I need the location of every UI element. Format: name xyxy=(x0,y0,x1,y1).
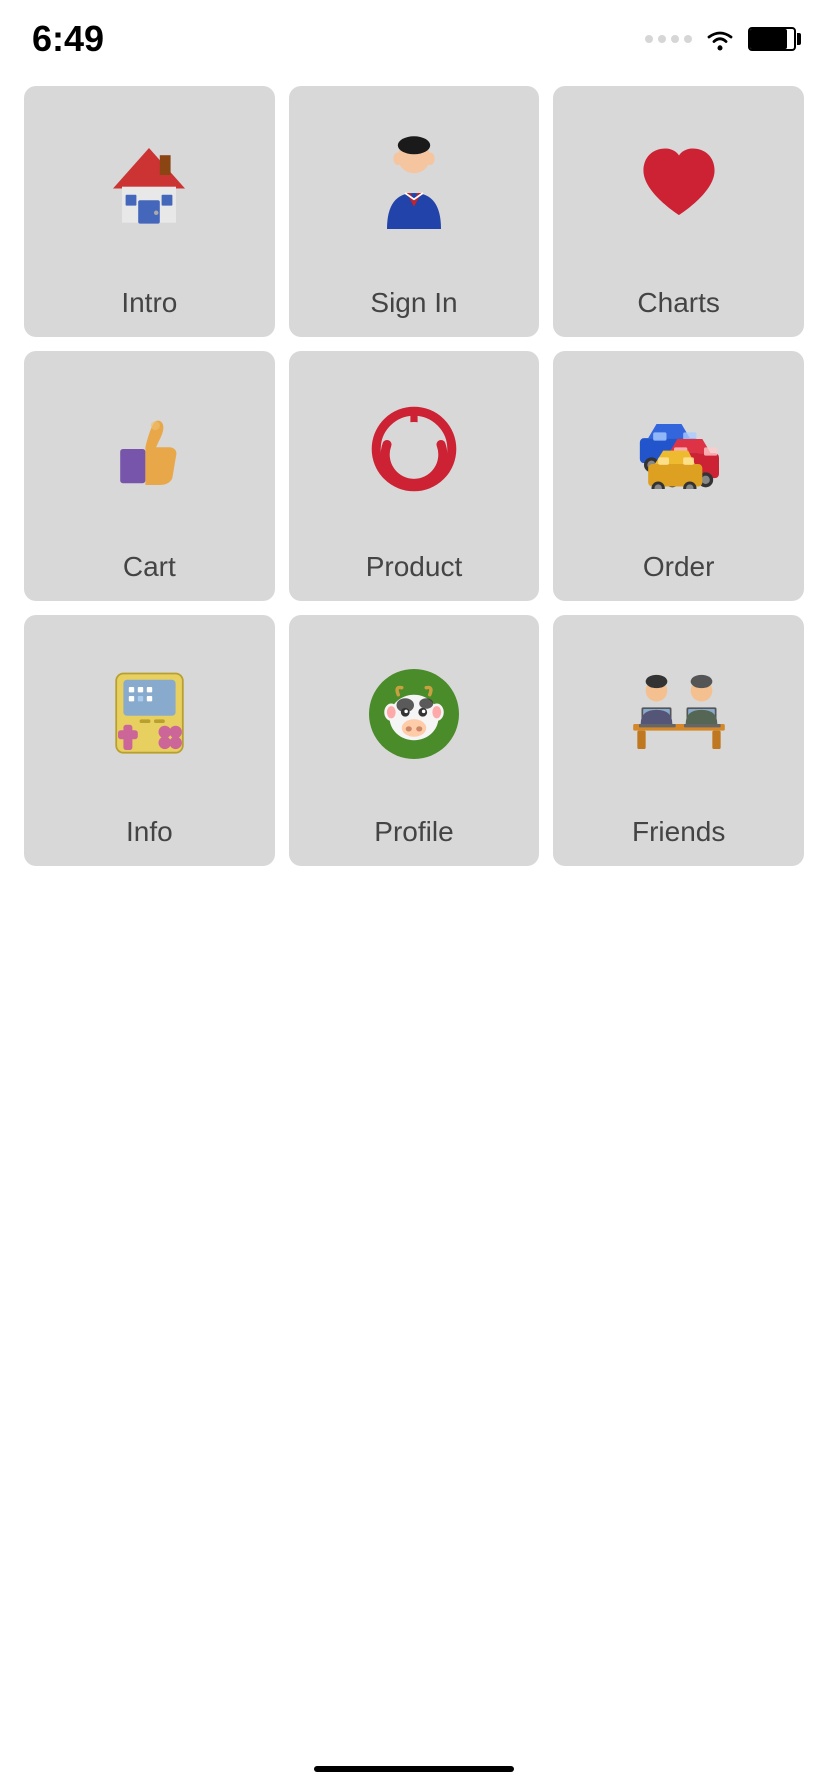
product-label: Product xyxy=(366,551,463,583)
intro-label: Intro xyxy=(121,287,177,319)
home-indicator xyxy=(314,1766,514,1772)
battery-icon xyxy=(748,27,796,51)
grid-item-cart[interactable]: Cart xyxy=(24,351,275,602)
status-time: 6:49 xyxy=(32,18,104,60)
charts-label: Charts xyxy=(637,287,719,319)
app-grid: Intro Sign In xyxy=(0,70,828,882)
signin-icon xyxy=(289,86,540,283)
intro-icon xyxy=(24,86,275,283)
product-icon xyxy=(289,351,540,548)
cart-label: Cart xyxy=(123,551,176,583)
grid-item-charts[interactable]: Charts xyxy=(553,86,804,337)
status-icons xyxy=(645,25,796,53)
cart-icon xyxy=(24,351,275,548)
order-label: Order xyxy=(643,551,715,583)
signal-icon xyxy=(645,35,692,43)
wifi-icon xyxy=(702,25,738,53)
info-icon xyxy=(24,615,275,812)
charts-icon xyxy=(553,86,804,283)
grid-item-intro[interactable]: Intro xyxy=(24,86,275,337)
order-icon xyxy=(553,351,804,548)
status-bar: 6:49 xyxy=(0,0,828,70)
signin-label: Sign In xyxy=(370,287,457,319)
info-label: Info xyxy=(126,816,173,848)
grid-item-info[interactable]: Info xyxy=(24,615,275,866)
profile-icon xyxy=(289,615,540,812)
grid-item-signin[interactable]: Sign In xyxy=(289,86,540,337)
friends-label: Friends xyxy=(632,816,725,848)
grid-item-profile[interactable]: Profile xyxy=(289,615,540,866)
profile-label: Profile xyxy=(374,816,453,848)
grid-item-product[interactable]: Product xyxy=(289,351,540,602)
grid-item-friends[interactable]: Friends xyxy=(553,615,804,866)
grid-item-order[interactable]: Order xyxy=(553,351,804,602)
friends-icon xyxy=(553,615,804,812)
